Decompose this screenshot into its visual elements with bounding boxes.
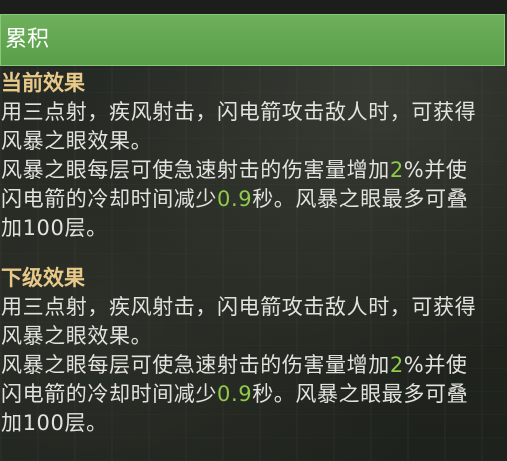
header-title: 累积 <box>5 27 50 52</box>
current-effect-line-3: 风暴之眼每层可使急速射击的伤害量增加2%并使 <box>1 156 505 185</box>
current-effect-line-4-tail: 秒。风暴之眼最多可叠 <box>252 187 469 211</box>
next-effect-line-3-tail: %并使 <box>403 353 468 377</box>
next-effect-line-4-tail: 秒。风暴之眼最多可叠 <box>252 382 469 406</box>
next-cooldown-reduction-value: 0.9 <box>217 382 253 406</box>
next-damage-increase-value: 2 <box>389 353 404 377</box>
current-effect-line-3-text: 风暴之眼每层可使急速射击的伤害量增加 <box>1 158 390 182</box>
next-effect-line-2: 风暴之眼效果。 <box>1 324 153 348</box>
tooltip-content: 当前效果 用三点射，疾风射击，闪电箭攻击敌人时，可获得 风暴之眼效果。 风暴之眼… <box>1 68 505 438</box>
current-cooldown-reduction-value: 0.9 <box>217 187 253 211</box>
next-level-effect-title: 下级效果 <box>1 266 85 290</box>
current-effect-section: 当前效果 用三点射，疾风射击，闪电箭攻击敌人时，可获得 风暴之眼效果。 风暴之眼… <box>1 68 505 243</box>
next-effect-line-1: 用三点射，疾风射击，闪电箭攻击敌人时，可获得 <box>1 295 477 319</box>
next-effect-line-3-text: 风暴之眼每层可使急速射击的伤害量增加 <box>1 353 390 377</box>
current-effect-line-1: 用三点射，疾风射击，闪电箭攻击敌人时，可获得 <box>1 100 477 124</box>
tooltip-header: 累积 <box>0 14 505 66</box>
current-damage-increase-value: 2 <box>389 158 404 182</box>
next-effect-line-3: 风暴之眼每层可使急速射击的伤害量增加2%并使 <box>1 351 505 380</box>
next-effect-line-4-text: 闪电箭的冷却时间减少 <box>1 382 217 406</box>
next-effect-line-5: 加100层。 <box>1 411 108 435</box>
current-effect-line-4: 闪电箭的冷却时间减少0.9秒。风暴之眼最多可叠 <box>1 185 505 214</box>
next-level-effect-section: 下级效果 用三点射，疾风射击，闪电箭攻击敌人时，可获得 风暴之眼效果。 风暴之眼… <box>1 263 505 438</box>
current-effect-title: 当前效果 <box>1 71 85 95</box>
current-effect-line-4-text: 闪电箭的冷却时间减少 <box>1 187 217 211</box>
current-effect-line-2: 风暴之眼效果。 <box>1 129 153 153</box>
current-effect-line-5: 加100层。 <box>1 216 108 240</box>
current-effect-line-3-tail: %并使 <box>403 158 468 182</box>
next-effect-line-4: 闪电箭的冷却时间减少0.9秒。风暴之眼最多可叠 <box>1 380 505 409</box>
top-edge <box>0 0 507 14</box>
